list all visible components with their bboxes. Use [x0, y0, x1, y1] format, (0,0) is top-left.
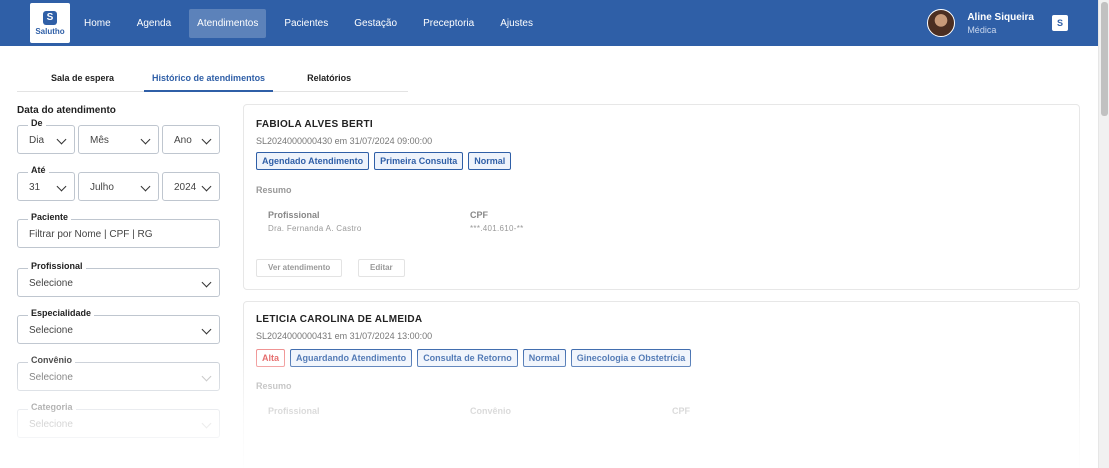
cpf-col-value: ***.401.610-** — [470, 224, 524, 233]
de-day-value: Dia — [29, 135, 45, 146]
nav-item-agenda[interactable]: Agenda — [129, 9, 179, 38]
convenio-value: Selecione — [29, 372, 73, 383]
chevron-down-icon — [140, 134, 151, 145]
ate-day-value: 31 — [29, 182, 41, 193]
ate-month-value: Julho — [90, 182, 114, 193]
profissional-col-label: Profissional — [268, 406, 320, 416]
status-badge: Agendado Atendimento — [256, 152, 370, 170]
resumo-label: Resumo — [256, 185, 292, 195]
salutho-logo-icon: S — [43, 10, 57, 25]
categoria-label: Categoria — [28, 402, 76, 412]
user-name: Aline Siqueira — [967, 11, 1034, 23]
chevron-down-icon — [201, 371, 212, 382]
cpf-col-label: CPF — [470, 210, 488, 220]
chevron-down-icon — [56, 181, 67, 192]
convenio-select[interactable]: Convênio Selecione — [17, 355, 220, 391]
de-year-select[interactable]: Ano — [162, 125, 220, 154]
salutho-logo[interactable]: S Salutho — [30, 3, 70, 43]
editar-button[interactable]: Editar — [358, 259, 405, 277]
user-menu[interactable]: Aline Siqueira Médica S — [927, 0, 1068, 46]
paciente-label: Paciente — [28, 212, 72, 222]
categoria-select[interactable]: Categoria Selecione — [17, 402, 220, 438]
chevron-down-icon — [140, 181, 151, 192]
cpf-col-label: CPF — [672, 406, 690, 416]
de-label: De — [28, 118, 46, 128]
especialidade-value: Selecione — [29, 325, 73, 336]
profissional-label: Profissional — [28, 261, 86, 271]
profissional-col: Profissional Dra. Fernanda A. Castro — [268, 210, 362, 233]
ate-month-select[interactable]: Julho — [78, 172, 159, 201]
chevron-down-icon — [201, 181, 212, 192]
attendance-id: SL2024000000430 em 31/07/2024 09:00:00 — [256, 136, 433, 146]
patient-name: FABIOLA ALVES BERTI — [256, 119, 373, 130]
filter-title: Data do atendimento — [17, 105, 116, 116]
paciente-search-input[interactable]: Paciente Filtrar por Nome | CPF | RG — [17, 212, 220, 248]
scrollbar-thumb[interactable] — [1101, 2, 1108, 116]
paciente-placeholder: Filtrar por Nome | CPF | RG — [29, 229, 153, 240]
nav-item-preceptoria[interactable]: Preceptoria — [415, 9, 482, 38]
nav-item-pacientes[interactable]: Pacientes — [276, 9, 336, 38]
logo-text: Salutho — [35, 26, 65, 36]
profissional-value: Selecione — [29, 278, 73, 289]
profissional-select[interactable]: Profissional Selecione — [17, 261, 220, 297]
cpf-col: CPF — [672, 406, 690, 416]
chevron-down-icon — [201, 277, 212, 288]
page-tabs: Sala de espera Histórico de atendimentos… — [17, 65, 408, 92]
chevron-down-icon — [201, 134, 212, 145]
categoria-value: Selecione — [29, 419, 73, 430]
priority-badge: Normal — [468, 152, 512, 170]
cpf-col: CPF ***.401.610-** — [470, 210, 524, 233]
attendance-id: SL2024000000431 em 31/07/2024 13:00:00 — [256, 331, 433, 341]
de-month-select[interactable]: Mês — [78, 125, 159, 154]
de-year-value: Ano — [174, 135, 192, 146]
user-role: Médica — [967, 24, 997, 35]
top-navbar: S Salutho Home Agenda Atendimentos Pacie… — [0, 0, 1098, 46]
vertical-scrollbar[interactable] — [1098, 0, 1109, 468]
badge-row: Alta Aguardando Atendimento Consulta de … — [256, 349, 696, 367]
ate-day-select[interactable]: Até 31 — [17, 165, 75, 201]
alta-badge: Alta — [256, 349, 286, 367]
tab-sala-de-espera[interactable]: Sala de espera — [43, 65, 122, 92]
nav-item-atendimentos[interactable]: Atendimentos — [189, 8, 267, 38]
tab-relatorios[interactable]: Relatórios — [299, 65, 359, 92]
main-nav: Home Agenda Atendimentos Pacientes Gesta… — [76, 0, 551, 46]
de-day-select[interactable]: De Dia — [17, 118, 75, 154]
nav-item-home[interactable]: Home — [76, 9, 119, 38]
nav-item-ajustes[interactable]: Ajustes — [492, 9, 541, 38]
especialidade-label: Especialidade — [28, 308, 95, 318]
patient-name: LETICIA CAROLINA DE ALMEIDA — [256, 314, 423, 325]
priority-badge: Normal — [522, 349, 566, 367]
attendance-card: LETICIA CAROLINA DE ALMEIDA SL2024000000… — [243, 301, 1080, 468]
convenio-label: Convênio — [28, 355, 76, 365]
app-switch-icon[interactable]: S — [1052, 15, 1068, 31]
type-badge: Consulta de Retorno — [417, 349, 518, 367]
user-info: Aline Siqueira Médica — [967, 12, 1034, 35]
ate-year-value: 2024 — [174, 182, 197, 193]
nav-item-gestacao[interactable]: Gestação — [346, 9, 405, 38]
chevron-down-icon — [201, 324, 212, 335]
convenio-col-label: Convênio — [470, 406, 512, 416]
convenio-col: Convênio — [470, 406, 511, 416]
avatar[interactable] — [927, 9, 956, 37]
ate-year-select[interactable]: 2024 — [162, 172, 220, 201]
badge-row: Agendado Atendimento Primeira Consulta N… — [256, 152, 516, 170]
chevron-down-icon — [201, 418, 212, 429]
ate-label: Até — [28, 165, 49, 175]
chevron-down-icon — [56, 134, 67, 145]
tab-historico[interactable]: Histórico de atendimentos — [144, 65, 274, 92]
status-badge: Aguardando Atendimento — [290, 349, 413, 367]
resumo-label: Resumo — [256, 381, 292, 391]
especialidade-select[interactable]: Especialidade Selecione — [17, 308, 220, 344]
profissional-col-label: Profissional — [268, 210, 320, 220]
profissional-col: Profissional — [268, 406, 320, 416]
profissional-col-value: Dra. Fernanda A. Castro — [268, 224, 362, 233]
type-badge: Primeira Consulta — [374, 152, 464, 170]
de-month-value: Mês — [90, 135, 109, 146]
attendance-card: FABIOLA ALVES BERTI SL2024000000430 em 3… — [243, 104, 1080, 290]
ver-atendimento-button[interactable]: Ver atendimento — [256, 259, 343, 277]
specialty-badge: Ginecologia e Obstetrícia — [570, 349, 692, 367]
